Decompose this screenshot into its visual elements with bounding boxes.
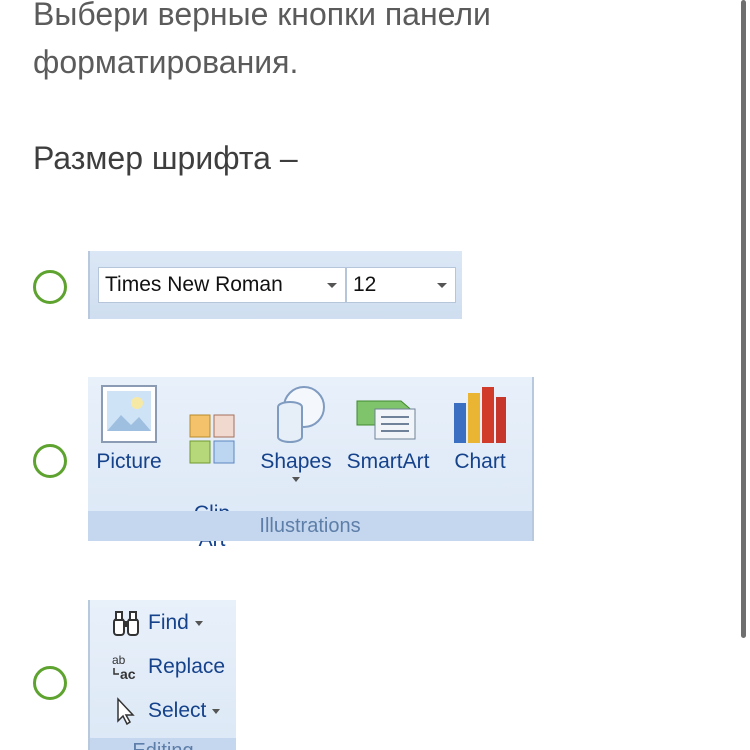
find-item: Find [110,606,203,640]
find-label: Find [148,611,189,634]
radio-option-3[interactable] [33,666,67,700]
chart-label: Chart [454,450,506,473]
shapes-item: Shapes [256,383,336,482]
font-name-combo: Times New Roman [98,267,346,303]
font-name-value: Times New Roman [105,273,283,296]
illustrations-group-image: Picture Clip Art Shapes SmartArt [88,377,534,551]
picture-label: Picture [96,450,162,473]
smartart-label: SmartArt [346,450,430,473]
clip-art-icon [189,414,235,464]
smartart-item: SmartArt [344,383,432,475]
editing-group-label: Editing [90,738,236,750]
chevron-down-icon [327,283,337,288]
cursor-icon [110,696,142,726]
picture-item: Picture [94,383,164,475]
radio-option-1[interactable] [33,270,67,304]
question-text: Выбери верные кнопки панели форматирован… [33,0,491,80]
replace-item: ab ac Replace [110,650,225,684]
select-item: Select [110,694,221,728]
prompt-text: Размер шрифта – [33,140,298,176]
smartart-icon [356,400,416,440]
select-label: Select [148,699,207,722]
svg-text:ab: ab [112,653,126,667]
chart-icon [454,387,506,443]
replace-icon: ab ac [110,652,142,682]
font-size-value: 12 [353,273,377,296]
chevron-down-icon [194,620,203,626]
font-size-combo: 12 [346,267,456,303]
chart-item: Chart [444,383,516,475]
scrollbar[interactable] [741,0,746,638]
shapes-icon [277,386,325,443]
svg-text:ac: ac [120,666,136,682]
chevron-down-icon [292,477,300,482]
illustrations-group-label: Illustrations [88,511,532,541]
radio-option-2[interactable] [33,444,67,478]
binoculars-icon [110,608,142,638]
picture-icon [101,385,157,443]
chevron-down-icon [437,283,447,288]
replace-label: Replace [148,655,226,678]
font-toolbar-image: Times New Roman 12 [88,251,462,319]
shapes-label: Shapes [260,450,332,473]
editing-group-image: Find ab ac Replace Select Editing [88,600,236,750]
chevron-down-icon [212,708,221,714]
